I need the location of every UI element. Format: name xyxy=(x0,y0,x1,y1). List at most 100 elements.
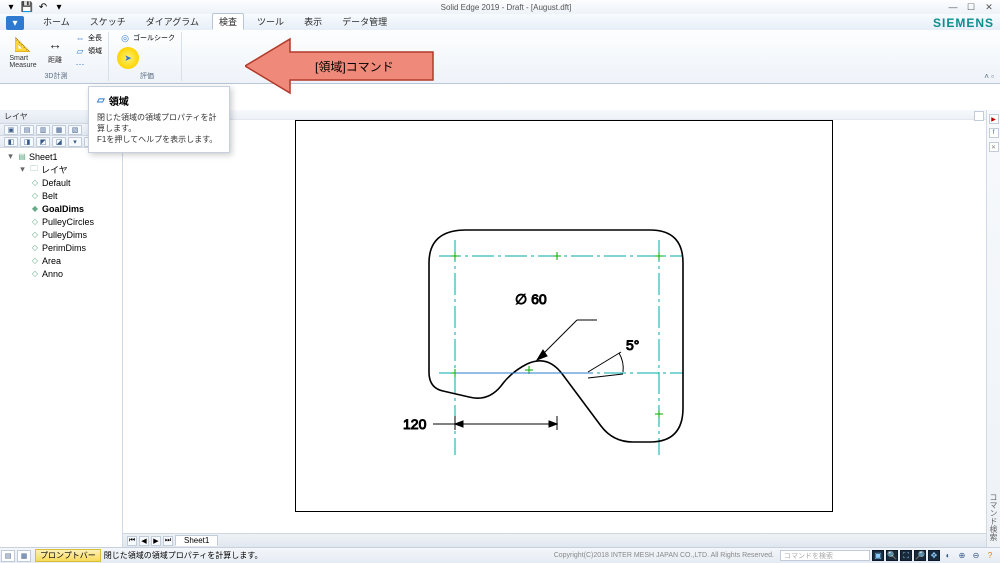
qat-dropdown-icon[interactable]: ▾ xyxy=(52,1,66,13)
layer-item[interactable]: ◇PulleyCircles xyxy=(2,215,120,228)
target-icon: ◎ xyxy=(119,32,131,44)
group-eval-label: 評価 xyxy=(140,71,154,81)
sheet-next-icon[interactable]: ▶ xyxy=(151,536,161,546)
tab-diagram[interactable]: ダイアグラム xyxy=(139,13,206,30)
annotation-callout: [領域]コマンド xyxy=(245,36,435,96)
area-command-button[interactable]: ➤ xyxy=(117,47,139,69)
zoom-icon[interactable]: 🔎 xyxy=(914,550,926,561)
pan-icon[interactable]: ✥ xyxy=(928,550,940,561)
tb-icon[interactable]: ◪ xyxy=(52,137,66,147)
goalseek-button[interactable]: ◎ゴールシーク xyxy=(117,32,177,44)
tree-layers-group[interactable]: ▾🗀レイヤ xyxy=(2,163,120,176)
layer-item[interactable]: ◇Anno xyxy=(2,267,120,280)
app-menu-icon[interactable]: ▾ xyxy=(4,1,18,13)
status-extra-icon[interactable]: ◐ xyxy=(942,550,954,561)
area-tooltip-line1: 閉じた領域の領域プロパティを計算します。 xyxy=(97,112,221,134)
area-icon: ▱ xyxy=(74,45,86,57)
area-tooltip-line2: F1を押してヘルプを表示します。 xyxy=(97,134,221,145)
save-icon[interactable]: 💾 xyxy=(20,1,34,13)
area-tooltip-title: 領域 xyxy=(109,93,129,108)
zoom-fit-icon[interactable]: ⛶ xyxy=(900,550,912,561)
sheet-first-icon[interactable]: ⏮ xyxy=(127,536,137,546)
smart-measure-button[interactable]: 📐 Smart Measure xyxy=(8,32,38,70)
zoom-area-icon[interactable]: 🔍 xyxy=(886,550,898,561)
tb-icon[interactable]: ◧ xyxy=(4,137,18,147)
close-panel-icon[interactable]: ✕ xyxy=(989,142,999,152)
cursor-icon: ➤ xyxy=(122,52,134,64)
close-button[interactable]: ✕ xyxy=(982,2,996,13)
copyright-text: Copyright(C)2018 INTER MESH JAPAN CO.,LT… xyxy=(554,552,780,559)
maximize-button[interactable]: ☐ xyxy=(964,2,978,13)
smart-measure-label: Smart Measure xyxy=(9,55,36,69)
tb-icon[interactable]: ▤ xyxy=(20,125,34,135)
canvas-area: ∅ 60 5° 120 xyxy=(123,110,986,547)
sidebar: レイヤ ▣ ▤ ▥ ▦ ▧ ◧ ◨ ◩ ◪ ▾ ◫ ▾▤Sheet1 ▾🗀レイヤ… xyxy=(0,110,123,547)
view-icon[interactable]: ▣ xyxy=(872,550,884,561)
view-toolbar[interactable] xyxy=(123,110,986,120)
area-tooltip-icon: ▱ xyxy=(97,95,105,106)
window-controls: — ☐ ✕ xyxy=(946,2,996,13)
part-profile xyxy=(429,230,683,442)
blank-icon: ⋯ xyxy=(74,58,86,70)
undo-icon[interactable]: ↶ xyxy=(36,1,50,13)
tb-icon[interactable]: ▥ xyxy=(36,125,50,135)
ribbon: 📐 Smart Measure ↔ 距離 ⇔全長 ▱領域 ⋯ 3D計測 ◎ゴール… xyxy=(0,30,1000,84)
status-extra-icon[interactable]: ⊖ xyxy=(970,550,982,561)
layer-tree[interactable]: ▾▤Sheet1 ▾🗀レイヤ ◇Default ◇Belt ◆GoalDims … xyxy=(0,148,122,282)
tb-icon[interactable]: ▧ xyxy=(68,125,82,135)
sheet-last-icon[interactable]: ⏭ xyxy=(163,536,173,546)
prompt-label: プロンプトバー xyxy=(35,549,101,562)
sheet-tab[interactable]: Sheet1 xyxy=(175,535,218,546)
youtube-icon[interactable]: ▶ xyxy=(989,114,999,124)
tab-tool[interactable]: ツール xyxy=(250,13,291,30)
application-button[interactable]: ▾ xyxy=(6,16,24,30)
status-icon[interactable]: ▦ xyxy=(17,550,31,562)
sheet-tabs: ⏮ ◀ ▶ ⏭ Sheet1 xyxy=(123,533,986,547)
status-icon[interactable]: ▤ xyxy=(1,550,15,562)
total-length-button[interactable]: ⇔全長 xyxy=(72,32,104,44)
quick-access-toolbar: ▾ 💾 ↶ ▾ xyxy=(4,1,66,13)
ribbon-group-measure: 📐 Smart Measure ↔ 距離 ⇔全長 ▱領域 ⋯ 3D計測 xyxy=(4,32,109,81)
tb-icon[interactable]: ▦ xyxy=(52,125,66,135)
tb-icon[interactable]: ▣ xyxy=(4,125,18,135)
dim-diameter: ∅ 60 xyxy=(515,291,547,307)
tab-view[interactable]: 表示 xyxy=(297,13,329,30)
status-extra-icon[interactable]: ⊕ xyxy=(956,550,968,561)
sheet-prev-icon[interactable]: ◀ xyxy=(139,536,149,546)
tab-data[interactable]: データ管理 xyxy=(335,13,394,30)
area-button[interactable]: ▱領域 xyxy=(72,45,104,57)
layer-item[interactable]: ◇Default xyxy=(2,176,120,189)
tb-icon[interactable]: ◩ xyxy=(36,137,50,147)
area-tooltip: ▱ 領域 閉じた領域の領域プロパティを計算します。 F1を押してヘルプを表示します… xyxy=(88,86,230,153)
status-bar: ▤ ▦ プロンプトバー 閉じた領域の領域プロパティを計算します。 Copyrig… xyxy=(0,547,1000,563)
layer-item[interactable]: ◇Area xyxy=(2,254,120,267)
drawing-canvas[interactable]: ∅ 60 5° 120 xyxy=(123,120,986,533)
distance-label: 距離 xyxy=(48,55,62,65)
tab-home[interactable]: ホーム xyxy=(36,13,77,30)
length-icon: ⇔ xyxy=(74,32,86,44)
ribbon-collapse-icon[interactable]: ˄ ▫ xyxy=(984,72,994,81)
tab-sketch[interactable]: スケッチ xyxy=(83,13,133,30)
siemens-logo: SIEMENS xyxy=(933,16,994,30)
tb-icon[interactable]: ▾ xyxy=(68,137,82,147)
status-help-icon[interactable]: ? xyxy=(984,550,996,561)
distance-button[interactable]: ↔ 距離 xyxy=(40,32,70,66)
tb-icon[interactable]: ◨ xyxy=(20,137,34,147)
layer-item[interactable]: ◇Belt xyxy=(2,189,120,202)
layer-item[interactable]: ◇PulleyDims xyxy=(2,228,120,241)
layer-item[interactable]: ◇PerimDims xyxy=(2,241,120,254)
minimize-button[interactable]: — xyxy=(946,2,960,13)
right-rail-label: コマンド検索 xyxy=(988,493,999,541)
center-mark xyxy=(451,252,459,260)
right-rail: ▶ f ✕ コマンド検索 xyxy=(986,110,1000,547)
blank-button[interactable]: ⋯ xyxy=(72,58,104,70)
facebook-icon[interactable]: f xyxy=(989,128,999,138)
ruler-icon: 📐 xyxy=(12,33,34,55)
distance-icon: ↔ xyxy=(44,33,66,55)
layer-item[interactable]: ◆GoalDims xyxy=(2,202,120,215)
workspace: レイヤ ▣ ▤ ▥ ▦ ▧ ◧ ◨ ◩ ◪ ▾ ◫ ▾▤Sheet1 ▾🗀レイヤ… xyxy=(0,110,1000,547)
dim-width: 120 xyxy=(403,416,427,432)
command-search-input[interactable]: コマンドを検索 xyxy=(780,550,870,561)
tab-inspect[interactable]: 検査 xyxy=(212,13,244,30)
dim-angle: 5° xyxy=(626,337,639,353)
